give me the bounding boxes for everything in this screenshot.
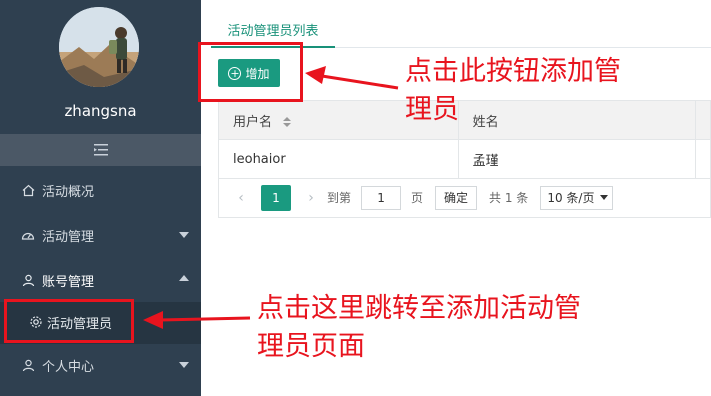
- annotation-line: 点击此按钮添加管: [405, 56, 621, 87]
- arrow-to-add-button: [305, 66, 399, 90]
- annotation-line: 理员: [405, 94, 459, 125]
- annotation-add-button: 点击此按钮添加管 理员: [405, 53, 621, 129]
- annotation-submenu: 点击这里跳转至添加活动管 理员页面: [257, 290, 581, 366]
- annotation-line: 点击这里跳转至添加活动管: [257, 293, 581, 324]
- annotation-line: 理员页面: [257, 331, 365, 362]
- app-root: zhangsna 活动概况 活动管理 账号管理 活动管理员 个人中心 活动管理员…: [0, 0, 711, 396]
- arrow-to-submenu: [143, 311, 251, 329]
